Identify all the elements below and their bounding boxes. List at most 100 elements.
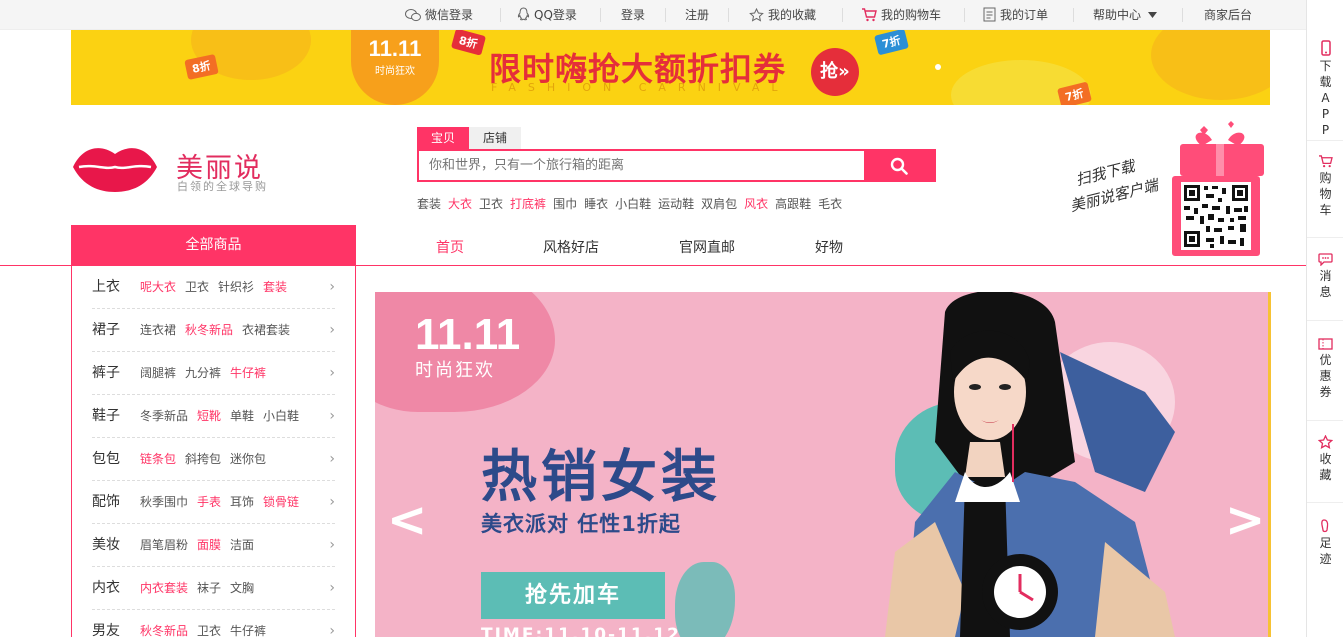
hot-word-link[interactable]: 睡衣 bbox=[584, 197, 608, 211]
category-head[interactable]: 男友 bbox=[92, 610, 140, 637]
sidebar-cart[interactable]: 购物车 bbox=[1307, 155, 1343, 218]
subcategory-link[interactable]: 秋季围巾 bbox=[140, 495, 188, 509]
hot-word-link[interactable]: 运动鞋 bbox=[658, 197, 694, 211]
hot-word-link[interactable]: 小白鞋 bbox=[615, 197, 651, 211]
chevron-right-icon: › bbox=[329, 580, 335, 596]
category-row[interactable]: 裙子 连衣裙 秋冬新品 衣裙套装 › bbox=[92, 309, 335, 352]
subcategory-link[interactable]: 牛仔裤 bbox=[230, 624, 266, 637]
category-head[interactable]: 裤子 bbox=[92, 352, 140, 394]
subcategory-link[interactable]: 秋冬新品 bbox=[140, 624, 188, 637]
category-head[interactable]: 内衣 bbox=[92, 567, 140, 609]
app-qr-code[interactable] bbox=[1170, 120, 1270, 260]
category-head[interactable]: 上衣 bbox=[92, 266, 140, 308]
tab-shops[interactable]: 店铺 bbox=[469, 127, 522, 149]
subcategory-link[interactable]: 九分裤 bbox=[185, 366, 221, 380]
category-head[interactable]: 配饰 bbox=[92, 481, 140, 523]
subcategory-link[interactable]: 阔腿裤 bbox=[140, 366, 176, 380]
sidebar-footprint[interactable]: 足迹 bbox=[1307, 518, 1343, 567]
divider bbox=[842, 8, 843, 22]
subcategory-link[interactable]: 洁面 bbox=[230, 538, 254, 552]
subcategory-link[interactable]: 衣裙套装 bbox=[242, 323, 290, 337]
add-to-cart-first-button[interactable]: 抢先加车 bbox=[481, 572, 665, 619]
hot-word-link[interactable]: 卫衣 bbox=[479, 197, 503, 211]
hero-banner[interactable]: 11.11 时尚狂欢 热销女装 美衣派对 任性1折起 抢先加车 TIME:11.… bbox=[375, 292, 1271, 637]
grab-button[interactable]: 抢» bbox=[811, 48, 859, 96]
carousel-next-button[interactable]: > bbox=[1225, 492, 1265, 548]
sidebar-coupons[interactable]: 优惠券 bbox=[1307, 338, 1343, 400]
category-row[interactable]: 裤子 阔腿裤 九分裤 牛仔裤 › bbox=[92, 352, 335, 395]
cart-link[interactable]: 我的购物车 bbox=[861, 0, 941, 30]
category-row[interactable]: 内衣 内衣套装 袜子 文胸 › bbox=[92, 567, 335, 610]
all-goods-button[interactable]: 全部商品 bbox=[71, 225, 356, 266]
hot-word-link[interactable]: 高跟鞋 bbox=[775, 197, 811, 211]
subcategory-link[interactable]: 耳饰 bbox=[230, 495, 254, 509]
subcategory-link[interactable]: 文胸 bbox=[230, 581, 254, 595]
subcategory-link[interactable]: 秋冬新品 bbox=[185, 323, 233, 337]
subcategory-link[interactable]: 眉笔眉粉 bbox=[140, 538, 188, 552]
hot-word-link[interactable]: 毛衣 bbox=[818, 197, 842, 211]
hot-word-link[interactable]: 围巾 bbox=[553, 197, 577, 211]
subcategory-link[interactable]: 袜子 bbox=[197, 581, 221, 595]
promo-banner[interactable]: 8折 8折 7折 7折 11.11 时尚狂欢 限时嗨抢大额折扣券 FASHION… bbox=[71, 30, 1270, 105]
nav-style-shops[interactable]: 风格好店 bbox=[543, 237, 599, 257]
divider bbox=[1073, 8, 1074, 22]
search-button[interactable] bbox=[864, 151, 934, 180]
register-link[interactable]: 注册 bbox=[685, 0, 709, 30]
category-row[interactable]: 美妆 眉笔眉粉 面膜 洁面 › bbox=[92, 524, 335, 567]
tab-items[interactable]: 宝贝 bbox=[417, 127, 470, 149]
category-row[interactable]: 男友 秋冬新品 卫衣 牛仔裤 › bbox=[92, 610, 335, 637]
wechat-login-link[interactable]: 微信登录 bbox=[405, 0, 473, 30]
subcategory-link[interactable]: 牛仔裤 bbox=[230, 366, 266, 380]
subcategory-link[interactable]: 连衣裙 bbox=[140, 323, 176, 337]
subcategory-link[interactable]: 呢大衣 bbox=[140, 280, 176, 294]
hot-word-link[interactable]: 套装 bbox=[417, 197, 441, 211]
category-head[interactable]: 裙子 bbox=[92, 309, 140, 351]
subcategory-link[interactable]: 迷你包 bbox=[230, 452, 266, 466]
qq-login-link[interactable]: QQ登录 bbox=[517, 0, 577, 30]
login-link[interactable]: 登录 bbox=[621, 0, 645, 30]
hot-word-link[interactable]: 双肩包 bbox=[701, 197, 737, 211]
subcategory-link[interactable]: 冬季新品 bbox=[140, 409, 188, 423]
subcategory-link[interactable]: 卫衣 bbox=[197, 624, 221, 637]
subcategory-link[interactable]: 针织衫 bbox=[218, 280, 254, 294]
subcategory-link[interactable]: 小白鞋 bbox=[263, 409, 299, 423]
favorites-link[interactable]: 我的收藏 bbox=[749, 0, 816, 30]
category-head[interactable]: 包包 bbox=[92, 438, 140, 480]
chevron-right-icon: › bbox=[329, 623, 335, 637]
subcategory-link[interactable]: 套装 bbox=[263, 280, 287, 294]
nav-official-direct-mail[interactable]: 官网直邮 bbox=[679, 237, 735, 257]
category-row[interactable]: 配饰 秋季围巾 手表 耳饰 锁骨链 › bbox=[92, 481, 335, 524]
chevron-right-icon: › bbox=[329, 279, 335, 295]
category-row[interactable]: 上衣 呢大衣 卫衣 针织衫 套装 › bbox=[92, 266, 335, 309]
category-head[interactable]: 鞋子 bbox=[92, 395, 140, 437]
subcategory-link[interactable]: 卫衣 bbox=[185, 280, 209, 294]
category-head[interactable]: 美妆 bbox=[92, 524, 140, 566]
orders-link[interactable]: 我的订单 bbox=[983, 0, 1048, 30]
nav-home[interactable]: 首页 bbox=[436, 237, 464, 257]
sidebar-download-app[interactable]: 下载APP bbox=[1307, 40, 1343, 138]
sidebar-favorites[interactable]: 收藏 bbox=[1307, 435, 1343, 483]
subcategory-link[interactable]: 斜挎包 bbox=[185, 452, 221, 466]
subcategory-link[interactable]: 锁骨链 bbox=[263, 495, 299, 509]
help-center-dropdown[interactable]: 帮助中心 bbox=[1093, 0, 1161, 30]
chevron-right-icon: › bbox=[329, 322, 335, 338]
subcategory-link[interactable]: 单鞋 bbox=[230, 409, 254, 423]
nav-good-things[interactable]: 好物 bbox=[815, 237, 843, 257]
message-icon bbox=[1318, 253, 1333, 266]
hot-word-link[interactable]: 风衣 bbox=[744, 197, 768, 211]
hot-word-link[interactable]: 大衣 bbox=[448, 197, 472, 211]
subcategory-link[interactable]: 内衣套装 bbox=[140, 581, 188, 595]
subcategory-link[interactable]: 短靴 bbox=[197, 409, 221, 423]
lips-logo-icon[interactable] bbox=[71, 140, 159, 194]
merchant-backend-link[interactable]: 商家后台 bbox=[1204, 0, 1252, 30]
category-row[interactable]: 包包 链条包 斜挎包 迷你包 › bbox=[92, 438, 335, 481]
subcategory-link[interactable]: 面膜 bbox=[197, 538, 221, 552]
category-row[interactable]: 鞋子 冬季新品 短靴 单鞋 小白鞋 › bbox=[92, 395, 335, 438]
sidebar-messages[interactable]: 消息 bbox=[1307, 253, 1343, 300]
right-sidebar: 下载APP 购物车 消息 优惠券 收藏 足迹 bbox=[1306, 0, 1343, 637]
search-input[interactable] bbox=[419, 151, 864, 180]
carousel-prev-button[interactable]: < bbox=[387, 492, 427, 548]
hot-word-link[interactable]: 打底裤 bbox=[510, 197, 546, 211]
subcategory-link[interactable]: 链条包 bbox=[140, 452, 176, 466]
subcategory-link[interactable]: 手表 bbox=[197, 495, 221, 509]
